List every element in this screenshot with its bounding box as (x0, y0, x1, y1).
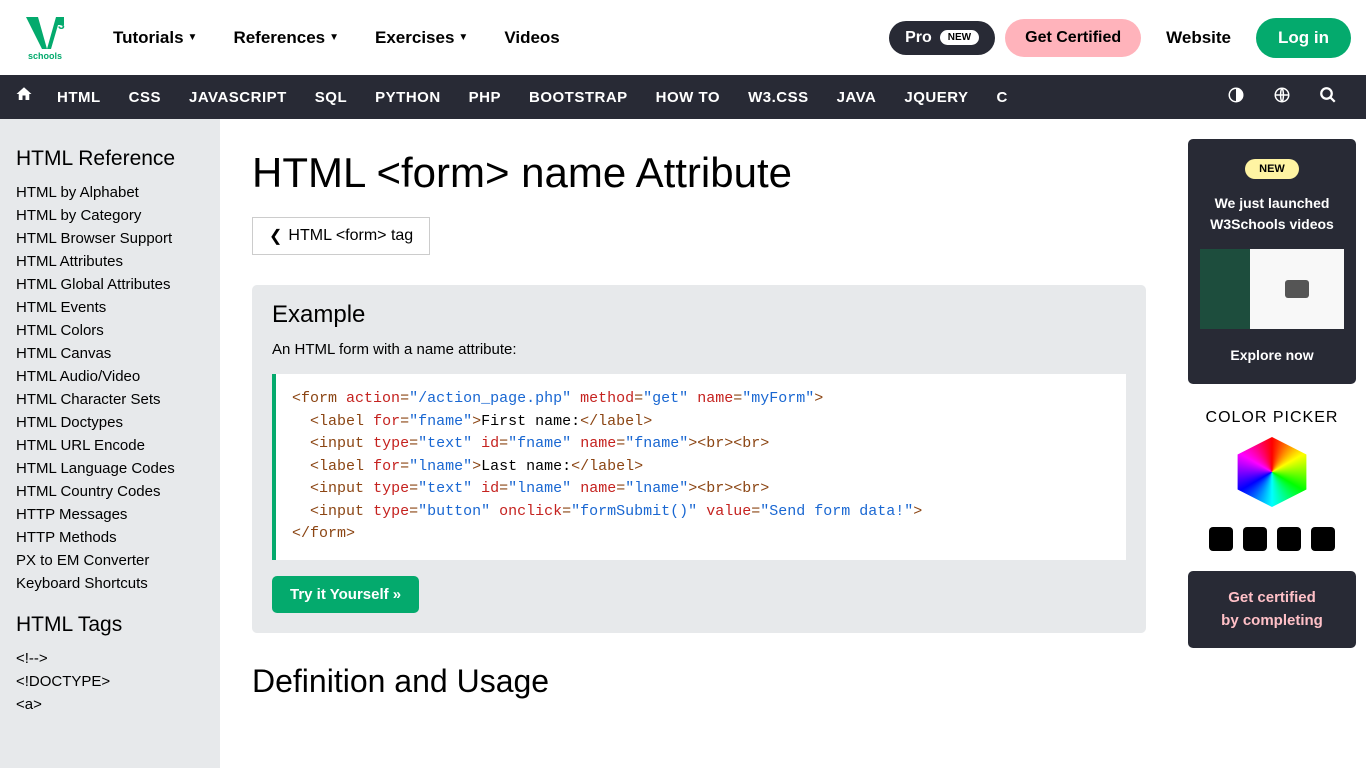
nav-howto[interactable]: HOW TO (642, 89, 734, 106)
try-it-yourself-button[interactable]: Try it Yourself » (272, 576, 419, 613)
new-pill: NEW (1245, 159, 1299, 179)
nav-html[interactable]: HTML (43, 89, 115, 106)
video-thumbnail[interactable] (1200, 249, 1344, 329)
social-icons (1188, 527, 1356, 551)
sidebar-link[interactable]: HTML Global Attributes (16, 273, 220, 296)
nav-videos[interactable]: Videos (486, 28, 577, 48)
sidebar-heading-reference: HTML Reference (16, 147, 220, 171)
promo-text: We just launchedW3Schools videos (1200, 193, 1344, 235)
login-button[interactable]: Log in (1256, 18, 1351, 58)
home-icon[interactable] (15, 85, 43, 109)
nav-exercises[interactable]: Exercises▼ (357, 28, 486, 48)
linkedin-icon[interactable] (1277, 527, 1301, 551)
example-box: Example An HTML form with a name attribu… (252, 285, 1146, 633)
logo-text: schools (28, 51, 62, 61)
logo[interactable]: 3 schools (15, 13, 75, 63)
sidebar-link[interactable]: HTML by Category (16, 204, 220, 227)
cert-box[interactable]: Get certifiedby completing (1188, 571, 1356, 648)
sidebar-link[interactable]: HTTP Messages (16, 503, 220, 526)
nav-bootstrap[interactable]: BOOTSTRAP (515, 89, 642, 106)
sidebar-link[interactable]: HTML Language Codes (16, 457, 220, 480)
sidebar-link[interactable]: HTML Character Sets (16, 388, 220, 411)
back-button[interactable]: ❮HTML <form> tag (252, 217, 430, 255)
code-block: <form action="/action_page.php" method="… (272, 374, 1126, 560)
sidebar-link[interactable]: HTML Audio/Video (16, 365, 220, 388)
search-icon[interactable] (1305, 86, 1351, 109)
right-sidebar: NEW We just launchedW3Schools videos Exp… (1178, 119, 1366, 768)
sidebar-link[interactable]: HTML Attributes (16, 250, 220, 273)
instagram-icon[interactable] (1243, 527, 1267, 551)
nav-jquery[interactable]: JQUERY (890, 89, 982, 106)
sidebar-link[interactable]: Keyboard Shortcuts (16, 572, 220, 595)
sidebar-link[interactable]: HTML by Alphabet (16, 181, 220, 204)
svg-text:3: 3 (58, 18, 65, 32)
sidebar-tag-link[interactable]: <a> (16, 693, 220, 716)
sidebar-tag-link[interactable]: <!DOCTYPE> (16, 670, 220, 693)
sidebar-link[interactable]: HTML Country Codes (16, 480, 220, 503)
theme-toggle-icon[interactable] (1213, 86, 1259, 109)
colorpicker-icon[interactable] (1232, 437, 1312, 507)
sidebar-link[interactable]: HTTP Methods (16, 526, 220, 549)
globe-icon[interactable] (1259, 86, 1305, 109)
nav-javascript[interactable]: JAVASCRIPT (175, 89, 301, 106)
cert-text: Get certifiedby completing (1200, 587, 1344, 632)
colorpicker-title: COLOR PICKER (1188, 409, 1356, 427)
explore-now-link[interactable]: Explore now (1230, 347, 1313, 363)
sidebar-heading-tags: HTML Tags (16, 613, 220, 637)
nav-c[interactable]: C (983, 89, 1022, 106)
sidebar-link[interactable]: PX to EM Converter (16, 549, 220, 572)
nav-css[interactable]: CSS (115, 89, 175, 106)
nav-php[interactable]: PHP (455, 89, 515, 106)
facebook-icon[interactable] (1209, 527, 1233, 551)
caret-down-icon: ▼ (188, 32, 198, 43)
pro-button[interactable]: ProNEW (889, 21, 995, 55)
promo-box: NEW We just launchedW3Schools videos Exp… (1188, 139, 1356, 384)
left-sidebar: HTML Reference HTML by Alphabet HTML by … (0, 119, 220, 768)
nav-w3css[interactable]: W3.CSS (734, 89, 823, 106)
sidebar-link[interactable]: HTML Doctypes (16, 411, 220, 434)
second-navigation: HTML CSS JAVASCRIPT SQL PYTHON PHP BOOTS… (0, 75, 1366, 119)
discord-icon[interactable] (1311, 527, 1335, 551)
sidebar-link[interactable]: HTML Canvas (16, 342, 220, 365)
sidebar-link[interactable]: HTML URL Encode (16, 434, 220, 457)
caret-down-icon: ▼ (329, 32, 339, 43)
example-description: An HTML form with a name attribute: (272, 341, 1126, 358)
play-icon (1285, 280, 1309, 298)
page-title: HTML <form> name Attribute (252, 149, 1146, 197)
get-certified-button[interactable]: Get Certified (1005, 19, 1141, 57)
chevron-left-icon: ❮ (269, 226, 282, 246)
nav-java[interactable]: JAVA (823, 89, 891, 106)
main-content: HTML <form> name Attribute ❮HTML <form> … (220, 119, 1178, 768)
nav-sql[interactable]: SQL (301, 89, 361, 106)
sidebar-tag-link[interactable]: <!--> (16, 647, 220, 670)
nav-references[interactable]: References▼ (215, 28, 357, 48)
definition-heading: Definition and Usage (252, 663, 1146, 700)
example-heading: Example (272, 301, 1126, 329)
new-badge: NEW (940, 30, 979, 45)
sidebar-link[interactable]: HTML Events (16, 296, 220, 319)
website-link[interactable]: Website (1156, 28, 1241, 48)
sidebar-link[interactable]: HTML Browser Support (16, 227, 220, 250)
sidebar-link[interactable]: HTML Colors (16, 319, 220, 342)
top-navigation: 3 schools Tutorials▼ References▼ Exercis… (0, 0, 1366, 75)
caret-down-icon: ▼ (458, 32, 468, 43)
nav-tutorials[interactable]: Tutorials▼ (95, 28, 215, 48)
nav-python[interactable]: PYTHON (361, 89, 455, 106)
